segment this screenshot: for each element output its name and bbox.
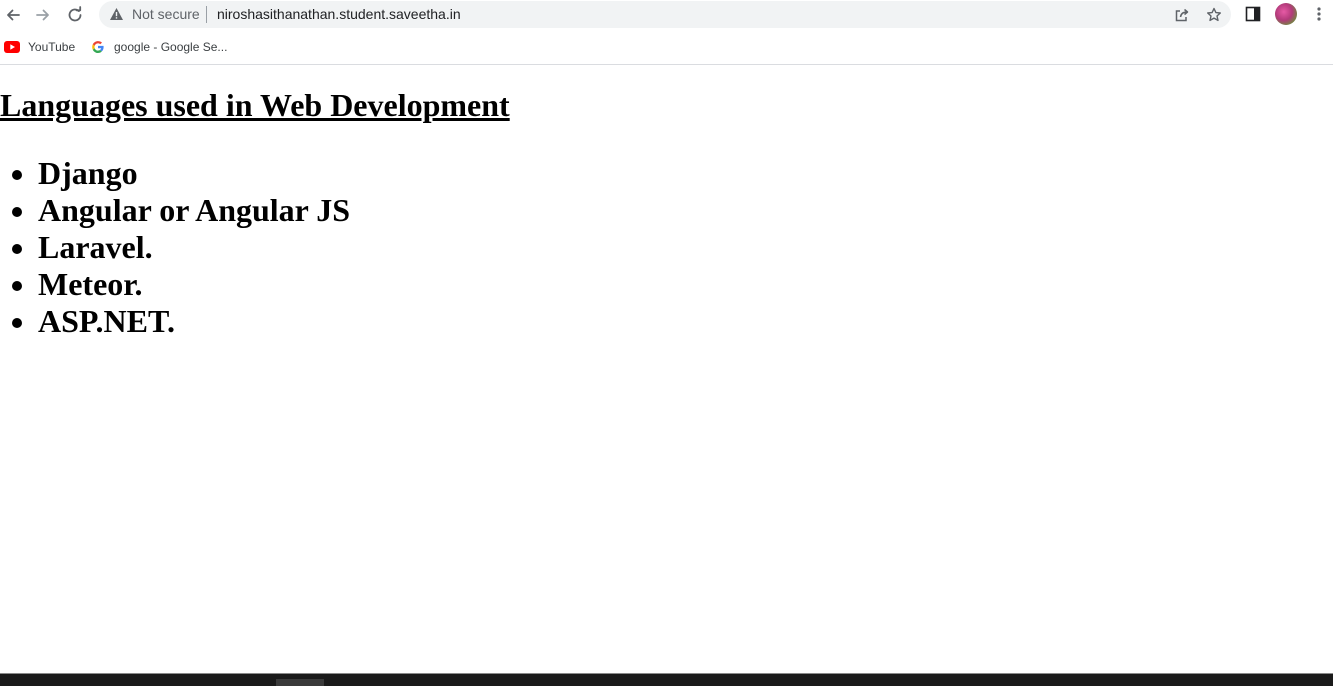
url-text[interactable]: niroshasithanathan.student.saveetha.in [217, 6, 461, 22]
bookmarks-bar: YouTube google - Google Se... [0, 30, 1333, 65]
share-button[interactable] [1173, 6, 1191, 24]
back-arrow-icon [7, 9, 20, 21]
address-divider [206, 6, 207, 23]
bookmark-label: google - Google Se... [114, 40, 228, 54]
kebab-menu-icon[interactable] [1312, 6, 1326, 22]
address-bar[interactable]: Not secure niroshasithanathan.student.sa… [99, 1, 1231, 28]
youtube-icon [4, 39, 20, 55]
bookmark-star-button[interactable] [1205, 6, 1223, 24]
list-item: Laravel. [38, 229, 350, 266]
browser-toolbar: Not secure niroshasithanathan.student.sa… [0, 0, 1333, 30]
bookmark-youtube[interactable]: YouTube [4, 38, 75, 56]
list-item: Angular or Angular JS [38, 192, 350, 229]
taskbar-highlight [276, 679, 324, 686]
bookmark-label: YouTube [28, 40, 76, 54]
list-item: Django [38, 155, 350, 192]
warning-triangle-icon[interactable] [109, 7, 124, 21]
bookmark-google-search[interactable]: google - Google Se... [90, 38, 227, 56]
back-button[interactable] [2, 4, 24, 26]
taskbar-edge [0, 673, 1333, 686]
forward-button[interactable] [32, 4, 54, 26]
page-heading: Languages used in Web Development [0, 87, 510, 123]
reload-button[interactable] [64, 4, 86, 26]
reload-icon [68, 6, 82, 22]
list-item: Meteor. [38, 266, 350, 303]
side-panel-icon[interactable] [1245, 6, 1261, 22]
share-icon [1175, 8, 1189, 22]
list-item: ASP.NET. [38, 303, 350, 340]
star-icon [1207, 7, 1221, 22]
web-page: Languages used in Web Development Django… [0, 65, 1333, 673]
languages-list: Django Angular or Angular JS Laravel. Me… [0, 155, 350, 340]
security-status-label[interactable]: Not secure [132, 6, 200, 22]
profile-avatar[interactable] [1275, 3, 1297, 25]
google-icon [90, 39, 106, 55]
forward-arrow-icon [36, 9, 49, 21]
